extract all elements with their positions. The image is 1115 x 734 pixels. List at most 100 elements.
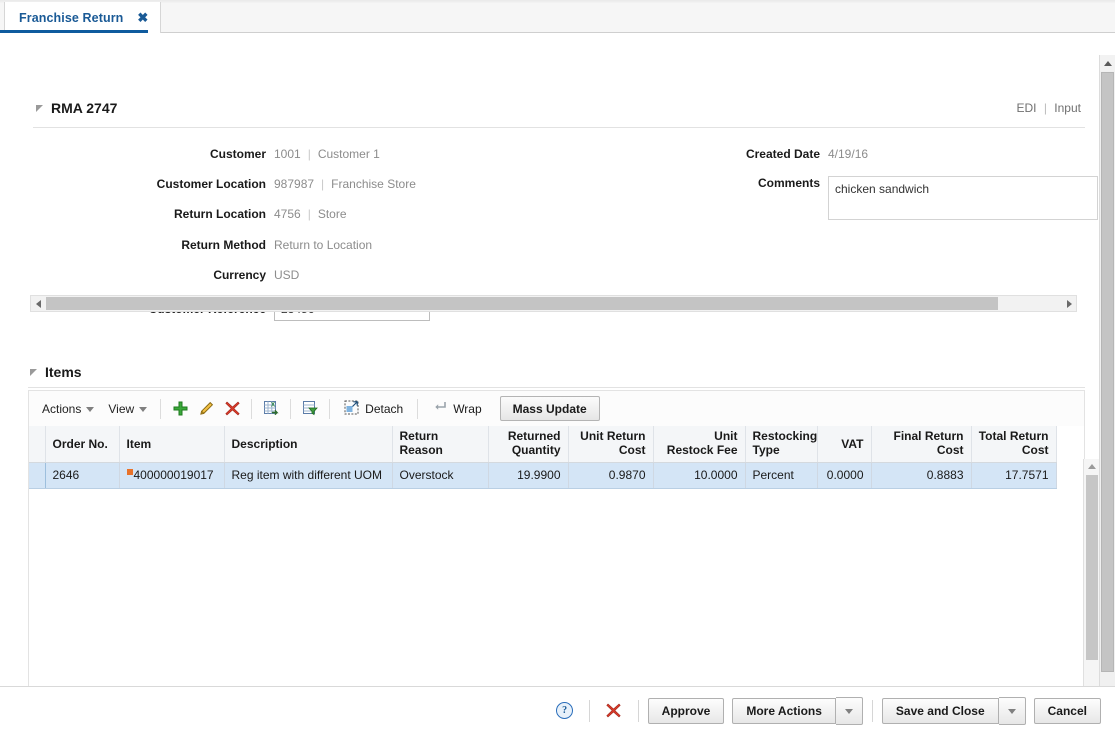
delete-x-icon[interactable] [219, 396, 245, 422]
cell-final-return-cost: 0.8883 [871, 462, 972, 489]
column-header-returned-quantity[interactable]: Returned Quantity [488, 426, 569, 463]
page-body: RMA 2747 EDI | Input Customer 1001 | Custo… [0, 33, 1115, 734]
return-location-value: 4756 | Store [274, 207, 347, 221]
tab-bar: Franchise Return ✖ [0, 0, 1115, 33]
cell-description: Reg item with different UOM [224, 462, 393, 489]
field-row-comments: Comments [730, 176, 1098, 220]
save-dropdown-toggle[interactable] [998, 696, 1026, 725]
approve-button[interactable]: Approve [647, 697, 725, 724]
footer-divider [871, 699, 873, 722]
customer-location-label: Customer Location [156, 177, 266, 191]
scroll-left-icon[interactable] [31, 296, 45, 311]
footer-action-bar: ? Approve More Actions Save and Close Ca… [0, 686, 1115, 734]
collapse-triangle-icon[interactable] [36, 105, 43, 112]
edi-input-separator: | [1043, 101, 1047, 115]
column-header-vat[interactable]: VAT [817, 426, 872, 463]
collapse-triangle-icon[interactable] [30, 369, 37, 376]
footer-divider [637, 699, 639, 722]
cell-restocking-type: Percent [745, 462, 818, 489]
comments-label: Comments [757, 176, 820, 190]
cell-total-return-cost: 17.7571 [971, 462, 1057, 489]
customer-location-id: 987987 [274, 177, 315, 191]
more-actions-dropdown-toggle[interactable] [835, 696, 863, 725]
more-actions-group: More Actions [732, 696, 863, 725]
table-scroll-thumb[interactable] [1086, 475, 1098, 660]
view-menu[interactable]: View [101, 399, 154, 419]
customer-id: 1001 [274, 147, 301, 161]
edi-input-indicator: EDI | Input [1016, 101, 1081, 115]
page-scroll-thumb[interactable] [1101, 72, 1114, 672]
rma-section-header[interactable]: RMA 2747 [36, 100, 117, 116]
tab-franchise-return[interactable]: Franchise Return ✖ [4, 2, 162, 33]
column-header-description[interactable]: Description [224, 426, 393, 463]
mass-update-button[interactable]: Mass Update [499, 396, 600, 421]
return-location-label: Return Location [174, 207, 266, 221]
items-section-header[interactable]: Items [30, 364, 82, 380]
save-and-close-button[interactable]: Save and Close [881, 697, 999, 724]
close-icon[interactable]: ✖ [137, 11, 148, 24]
actions-menu-label: Actions [42, 401, 82, 416]
return-method-label: Return Method [181, 238, 266, 252]
view-menu-label: View [108, 401, 135, 416]
actions-menu[interactable]: Actions [35, 399, 101, 419]
row-select-cell[interactable] [29, 462, 46, 489]
chevron-down-icon [86, 407, 95, 412]
customer-value: 1001 | Customer 1 [274, 147, 380, 161]
more-actions-button[interactable]: More Actions [732, 697, 836, 724]
field-row-return-location: Return Location 4756 | Store [30, 207, 347, 225]
column-header-total-return-cost[interactable]: Total Return Cost [971, 426, 1057, 463]
table-vertical-scrollbar[interactable] [1083, 459, 1099, 714]
row-select-header [29, 426, 46, 463]
toolbar-divider [417, 398, 419, 419]
toolbar-divider [160, 398, 162, 419]
currency-value: USD [274, 268, 300, 282]
column-header-item[interactable]: Item [119, 426, 225, 463]
help-icon[interactable]: ? [550, 696, 580, 726]
field-row-return-method: Return Method Return to Location [30, 238, 372, 256]
column-header-unit-restock-fee[interactable]: Unit Restock Fee [653, 426, 746, 463]
field-row-created-date: Created Date 4/19/16 [730, 147, 868, 165]
return-location-name: Store [317, 207, 347, 221]
column-header-final-return-cost[interactable]: Final Return Cost [871, 426, 972, 463]
items-title: Items [45, 364, 82, 380]
franchise-return-screen: Franchise Return ✖ RMA 2747 EDI | Input … [0, 0, 1115, 734]
created-date-value: 4/19/16 [828, 147, 869, 161]
scroll-right-icon[interactable] [1062, 296, 1076, 311]
items-toolbar: Actions View X Detach Wrap Mass Update [28, 390, 1085, 426]
customer-name: Customer 1 [317, 147, 380, 161]
scroll-up-icon[interactable] [1100, 55, 1115, 71]
currency-label: Currency [213, 268, 266, 282]
cell-unit-restock-fee: 10.0000 [653, 462, 746, 489]
cell-returned-quantity: 19.9900 [488, 462, 569, 489]
table-row[interactable]: 2646 400000019017 Reg item with differen… [29, 462, 1057, 489]
wrap-button[interactable]: Wrap [424, 397, 489, 420]
column-header-order-no[interactable]: Order No. [45, 426, 120, 463]
detach-label: Detach [365, 401, 404, 416]
form-horizontal-scrollbar[interactable] [30, 295, 1077, 312]
wrap-label: Wrap [453, 401, 482, 416]
column-header-restocking-type[interactable]: Restocking Type [745, 426, 818, 463]
customer-location-value: 987987 | Franchise Store [274, 177, 416, 191]
scroll-up-icon[interactable] [1084, 459, 1099, 474]
column-header-unit-return-cost[interactable]: Unit Return Cost [568, 426, 654, 463]
cell-unit-return-cost: 0.9870 [568, 462, 654, 489]
export-excel-icon[interactable]: X [258, 396, 284, 422]
orange-square-marker-icon [126, 469, 133, 476]
detach-button[interactable]: Detach [336, 397, 411, 421]
query-filter-icon[interactable] [297, 396, 323, 422]
tab-label: Franchise Return [19, 10, 124, 25]
field-row-currency: Currency USD [30, 268, 299, 286]
comments-textarea[interactable] [828, 176, 1098, 220]
pencil-icon[interactable] [193, 396, 219, 422]
plus-icon[interactable] [167, 396, 193, 422]
svg-text:X: X [271, 403, 275, 409]
save-and-close-group: Save and Close [881, 696, 1026, 725]
delete-x-icon[interactable] [599, 696, 629, 726]
return-location-id: 4756 [274, 207, 301, 221]
wrap-icon [432, 400, 447, 417]
page-vertical-scrollbar[interactable] [1099, 55, 1115, 705]
field-row-customer: Customer 1001 | Customer 1 [30, 147, 380, 165]
form-scroll-thumb[interactable] [46, 297, 998, 310]
cancel-button[interactable]: Cancel [1033, 697, 1101, 724]
column-header-return-reason[interactable]: Return Reason [392, 426, 489, 463]
